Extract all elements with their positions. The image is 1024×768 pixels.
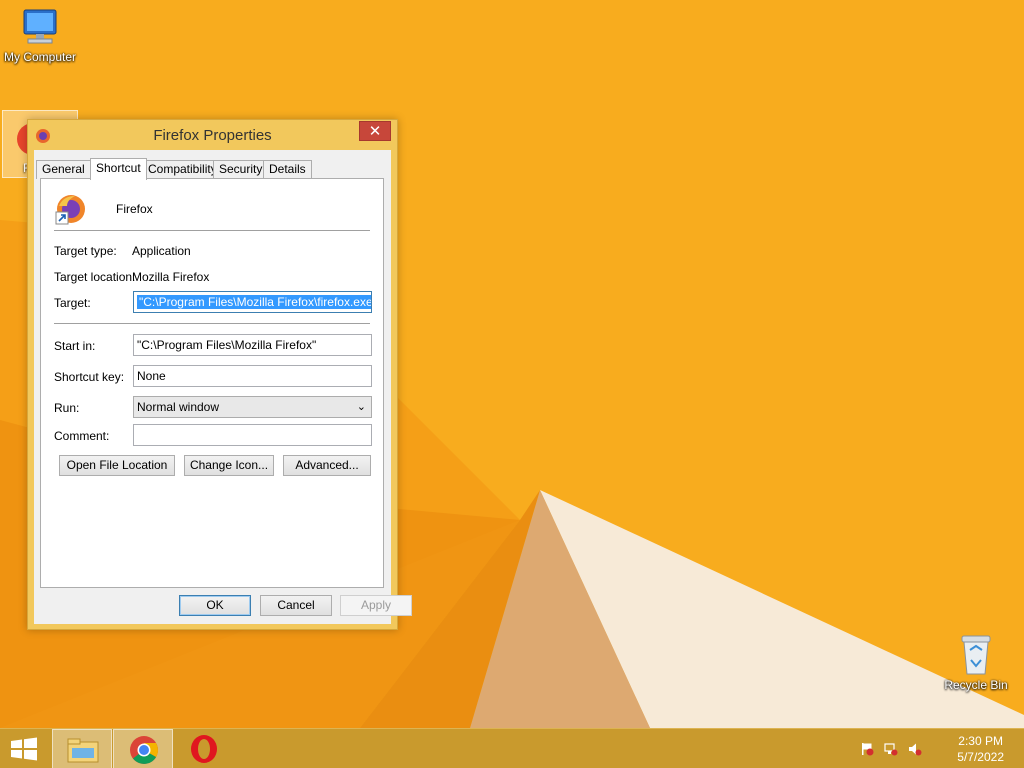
volume-muted-icon[interactable]: [908, 742, 922, 756]
taskbar-file-explorer[interactable]: [52, 729, 112, 768]
chevron-down-icon: ⌄: [356, 401, 366, 413]
my-computer-label: My Computer: [3, 50, 77, 64]
system-tray: 2:30 PM 5/7/2022: [854, 729, 1024, 768]
dialog-client-area: General Shortcut Compatibility Security …: [34, 150, 412, 624]
firefox-properties-dialog: Firefox Properties ✕ General Shortcut Co…: [27, 119, 412, 630]
target-label: Target:: [54, 296, 91, 310]
tab-compatibility[interactable]: Compatibility: [142, 160, 223, 179]
apply-button[interactable]: Apply: [340, 595, 412, 616]
comment-label: Comment:: [54, 429, 110, 443]
target-location-value: Mozilla Firefox: [132, 270, 210, 284]
opera-icon: [191, 735, 217, 763]
desktop-icon-my-computer[interactable]: My Computer: [0, 6, 80, 64]
dialog-title: Firefox Properties: [153, 127, 272, 144]
comment-field[interactable]: [133, 424, 372, 446]
start-in-field[interactable]: "C:\Program Files\Mozilla Firefox": [133, 334, 372, 356]
run-select[interactable]: Normal window ⌄: [133, 396, 372, 418]
tab-details[interactable]: Details: [263, 160, 312, 179]
run-selected-value: Normal window: [137, 400, 220, 414]
divider: [54, 323, 370, 324]
shortcut-tab-panel: Firefox Target type: Application Target …: [40, 178, 384, 588]
file-explorer-icon: [67, 738, 99, 763]
change-icon-button[interactable]: Change Icon...: [184, 455, 274, 476]
taskbar-opera[interactable]: [174, 729, 234, 768]
clock-date: 5/7/2022: [957, 750, 1004, 764]
start-in-label: Start in:: [54, 339, 96, 353]
target-type-label: Target type:: [54, 244, 117, 258]
target-type-value: Application: [132, 244, 191, 258]
firefox-app-icon: [55, 195, 85, 225]
dialog-titlebar[interactable]: Firefox Properties ✕: [28, 120, 397, 150]
windows-start-icon[interactable]: [8, 737, 40, 761]
target-location-label: Target location:: [54, 270, 136, 284]
advanced-button[interactable]: Advanced...: [283, 455, 371, 476]
run-label: Run:: [54, 401, 80, 415]
app-name: Firefox: [116, 202, 153, 216]
taskbar-chrome[interactable]: [113, 729, 173, 768]
taskbar: 2:30 PM 5/7/2022: [0, 728, 1024, 768]
recycle-bin-icon: [961, 635, 991, 675]
shortcut-key-label: Shortcut key:: [54, 370, 125, 384]
action-center-flag-icon[interactable]: [860, 742, 874, 756]
clock-time: 2:30 PM: [958, 734, 1003, 748]
chrome-icon: [130, 736, 158, 764]
close-button[interactable]: ✕: [359, 121, 391, 141]
target-selected-text: "C:\Program Files\Mozilla Firefox\firefo…: [137, 295, 371, 309]
divider: [54, 230, 370, 231]
taskbar-clock[interactable]: 2:30 PM 5/7/2022: [957, 733, 1004, 765]
ok-button[interactable]: OK: [179, 595, 251, 616]
computer-icon: [23, 9, 57, 44]
tab-security[interactable]: Security: [213, 160, 269, 179]
cancel-button[interactable]: Cancel: [260, 595, 332, 616]
tab-general[interactable]: General: [36, 160, 91, 179]
network-icon[interactable]: [884, 742, 898, 756]
desktop-icon-recycle-bin[interactable]: Recycle Bin: [936, 630, 1016, 692]
close-icon: ✕: [368, 123, 382, 140]
shortcut-key-field[interactable]: None: [133, 365, 372, 387]
open-file-location-button[interactable]: Open File Location: [59, 455, 175, 476]
recycle-bin-label: Recycle Bin: [944, 678, 1008, 692]
tab-shortcut[interactable]: Shortcut: [90, 158, 147, 180]
target-field[interactable]: "C:\Program Files\Mozilla Firefox\firefo…: [133, 291, 372, 313]
